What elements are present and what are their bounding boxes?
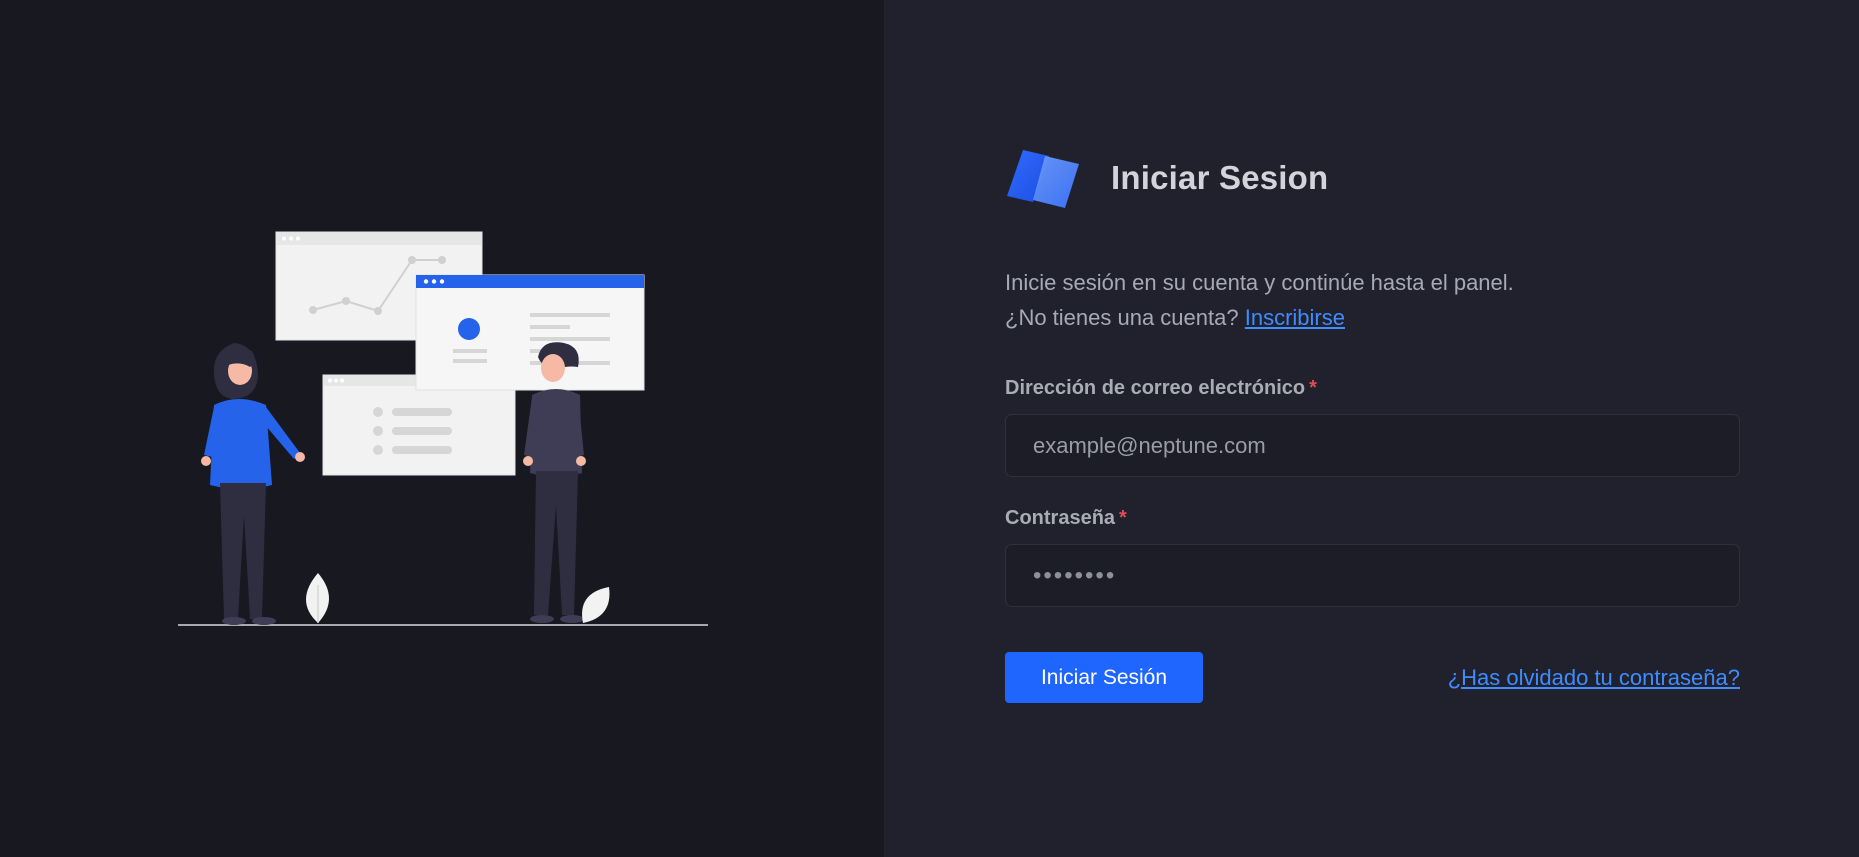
intro-line: Inicie sesión en su cuenta y continúe ha…	[1005, 270, 1514, 295]
profile-window-graphic	[415, 274, 645, 391]
login-form: Iniciar Sesion Inicie sesión en su cuent…	[1005, 146, 1740, 703]
forgot-password-link[interactable]: ¿Has olvidado tu contraseña?	[1448, 665, 1740, 691]
illustration-panel	[0, 0, 885, 857]
email-label-text: Dirección de correo electrónico	[1005, 377, 1306, 399]
page-title: Iniciar Sesion	[1111, 159, 1329, 196]
password-label: Contraseña *	[1005, 507, 1740, 530]
password-masked-value: ••••••••	[1033, 561, 1117, 589]
signup-link[interactable]: Inscribirse	[1245, 305, 1345, 330]
email-label: Dirección de correo electrónico *	[1005, 377, 1740, 400]
required-mark: *	[1309, 377, 1317, 399]
password-label-text: Contraseña	[1005, 507, 1116, 529]
team-dashboard-illustration	[178, 231, 708, 626]
intro-text: Inicie sesión en su cuenta y continúe ha…	[1005, 265, 1740, 335]
login-panel: Iniciar Sesion Inicie sesión en su cuent…	[885, 0, 1859, 857]
brand-header: Iniciar Sesion	[1005, 146, 1740, 210]
login-page: Iniciar Sesion Inicie sesión en su cuent…	[0, 0, 1859, 857]
signup-prompt-text: ¿No tienes una cuenta?	[1005, 305, 1239, 330]
login-button[interactable]: Iniciar Sesión	[1005, 652, 1203, 703]
neptune-logo-icon	[1005, 146, 1081, 210]
password-field[interactable]: ••••••••	[1005, 544, 1740, 607]
form-actions: Iniciar Sesión ¿Has olvidado tu contrase…	[1005, 652, 1740, 703]
leaf-plant-graphic	[582, 587, 610, 623]
email-field[interactable]: example@neptune.com	[1005, 414, 1740, 477]
email-placeholder: example@neptune.com	[1033, 432, 1266, 458]
woman-figure-graphic	[201, 343, 305, 625]
signup-prompt: ¿No tienes una cuenta? Inscribirse	[1005, 300, 1740, 335]
required-mark: *	[1119, 507, 1127, 529]
